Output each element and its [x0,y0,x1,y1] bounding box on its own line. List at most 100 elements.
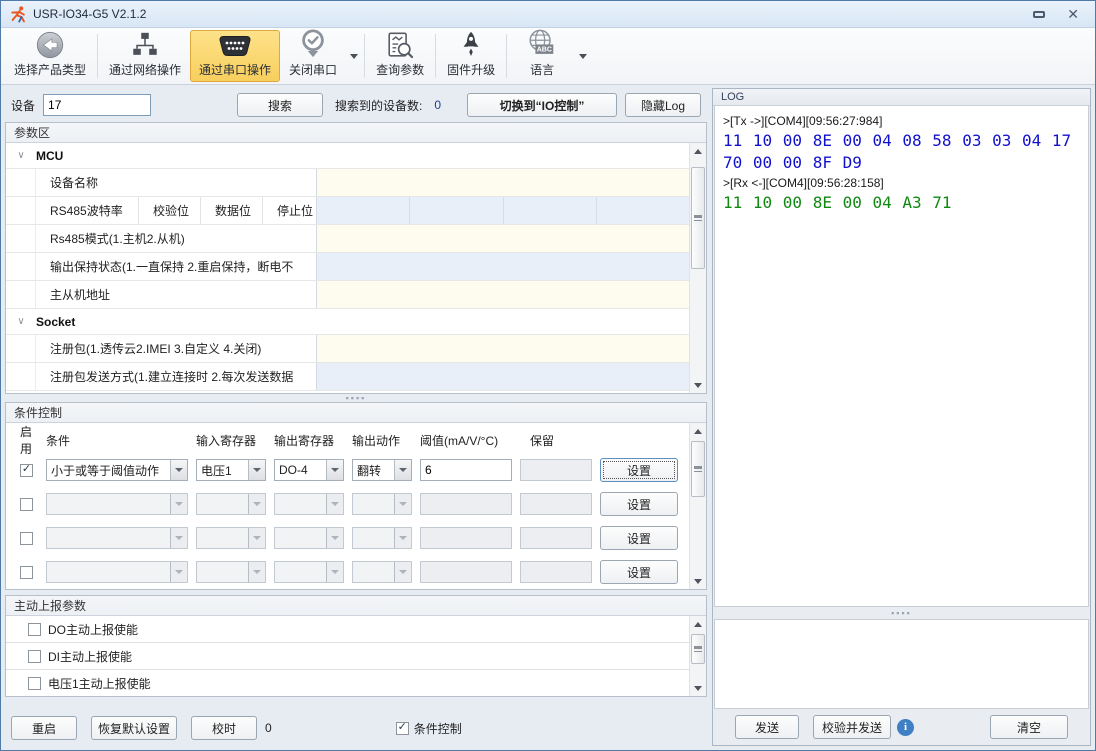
scrollbar-track[interactable] [690,632,706,680]
minimize-button[interactable] [1033,11,1045,18]
condition-scrollbar[interactable] [689,423,706,589]
param-row[interactable]: 输出保持状态(1.一直保持 2.重启保持，断电不 [6,253,689,281]
switch-io-control-button[interactable]: 切换到“IO控制” [467,93,617,117]
output-action-select[interactable] [352,561,412,583]
chevron-down-icon[interactable] [170,528,187,548]
collapse-arrow-icon[interactable]: ∨ [6,150,36,161]
param-value-cell[interactable] [317,281,689,308]
search-button[interactable]: 搜索 [237,93,323,117]
chevron-down-icon[interactable] [170,460,187,480]
chevron-down-icon[interactable] [248,460,265,480]
param-value-cell[interactable] [317,225,689,252]
clear-log-button[interactable]: 清空 [990,715,1068,739]
log-splitter[interactable]: ▪▪▪▪ [713,607,1090,619]
set-button[interactable]: 设置 [600,458,678,482]
scroll-up-icon[interactable] [690,616,706,632]
time-sync-button[interactable]: 校时 [191,716,257,740]
chevron-down-icon[interactable] [248,494,265,514]
chevron-down-icon[interactable] [170,562,187,582]
enable-checkbox[interactable]: ✓ [20,464,33,477]
chevron-down-icon[interactable] [394,562,411,582]
chevron-down-icon[interactable] [326,460,343,480]
param-value-cell[interactable] [317,253,689,280]
condition-select[interactable] [46,493,188,515]
toolbar-button-network-operate[interactable]: 通过网络操作 [100,30,190,82]
input-register-select[interactable] [196,561,266,583]
report-checkbox[interactable] [28,623,41,636]
chevron-down-icon[interactable] [170,494,187,514]
log-output-area[interactable]: >[Tx ->][COM4][09:56:27:984] 11 10 00 8E… [714,106,1089,607]
hide-log-button[interactable]: 隐藏Log [625,93,701,117]
chevron-down-icon[interactable] [394,528,411,548]
output-register-select[interactable]: DO-4 [274,459,344,481]
chevron-down-icon[interactable] [326,562,343,582]
send-input-area[interactable] [714,619,1089,709]
toolbar-button-close-serial[interactable]: 关闭串口 [280,30,346,82]
chevron-down-icon[interactable] [248,562,265,582]
input-register-select[interactable] [196,527,266,549]
info-icon[interactable]: i [897,719,914,736]
chevron-down-icon[interactable] [394,494,411,514]
condition-select[interactable] [46,561,188,583]
scrollbar-track[interactable] [690,159,706,377]
param-value-cell[interactable] [597,197,689,224]
params-scrollbar[interactable] [689,143,706,393]
enable-checkbox[interactable] [20,566,33,579]
param-value-cell[interactable] [317,169,689,196]
restart-button[interactable]: 重启 [11,716,77,740]
send-button[interactable]: 发送 [735,715,799,739]
enable-checkbox[interactable] [20,498,33,511]
report-checkbox[interactable] [28,677,41,690]
chevron-down-icon[interactable] [394,460,411,480]
scroll-down-icon[interactable] [690,573,706,589]
toolbar-button-select-product[interactable]: 选择产品类型 [5,30,95,82]
close-button[interactable]: ✕ [1067,7,1079,21]
output-action-select[interactable] [352,493,412,515]
input-register-select[interactable] [196,493,266,515]
report-scrollbar[interactable] [689,616,706,696]
condition-select[interactable] [46,527,188,549]
param-value-cell[interactable] [317,197,410,224]
output-register-select[interactable] [274,527,344,549]
scroll-up-icon[interactable] [690,143,706,159]
condition-select[interactable]: 小于或等于阈值动作 [46,459,188,481]
param-value-cell[interactable] [317,363,689,390]
param-row[interactable]: 设备名称 [6,169,689,197]
toolbar-button-serial-operate[interactable]: 通过串口操作 [190,30,280,82]
scroll-down-icon[interactable] [690,680,706,696]
verify-send-button[interactable]: 校验并发送 [813,715,891,739]
param-value-cell[interactable] [317,335,689,362]
param-section-row[interactable]: ∨ Socket [6,309,689,335]
horizontal-splitter[interactable]: ▪▪▪▪ [5,394,707,402]
param-value-cell[interactable] [410,197,503,224]
scroll-up-icon[interactable] [690,423,706,439]
output-register-select[interactable] [274,493,344,515]
param-row[interactable]: RS485波特率 校验位 数据位 停止位 [6,197,689,225]
enable-checkbox[interactable] [20,532,33,545]
close-serial-dropdown[interactable] [346,30,362,82]
toolbar-button-query-params[interactable]: 查询参数 [367,30,433,82]
chevron-down-icon[interactable] [326,528,343,548]
output-action-select[interactable]: 翻转 [352,459,412,481]
collapse-arrow-icon[interactable]: ∨ [6,316,36,327]
set-button[interactable]: 设置 [600,560,678,584]
chevron-down-icon[interactable] [248,528,265,548]
threshold-input[interactable] [420,459,512,481]
restore-defaults-button[interactable]: 恢复默认设置 [91,716,177,740]
param-section-row[interactable]: ∨ MCU [6,143,689,169]
param-row[interactable]: 注册包发送方式(1.建立连接时 2.每次发送数据 [6,363,689,391]
condition-control-checkbox[interactable]: ✓ [396,722,409,735]
language-dropdown[interactable] [575,30,591,82]
chevron-down-icon[interactable] [326,494,343,514]
scrollbar-thumb[interactable] [691,441,705,497]
param-row[interactable]: Rs485模式(1.主机2.从机) [6,225,689,253]
scrollbar-thumb[interactable] [691,634,705,664]
set-button[interactable]: 设置 [600,526,678,550]
set-button[interactable]: 设置 [600,492,678,516]
output-action-select[interactable] [352,527,412,549]
device-address-input[interactable] [43,94,151,116]
scrollbar-thumb[interactable] [691,167,705,269]
toolbar-button-language[interactable]: ABC 语言 [509,30,575,82]
input-register-select[interactable]: 电压1 [196,459,266,481]
toolbar-button-firmware-upgrade[interactable]: 固件升级 [438,30,504,82]
